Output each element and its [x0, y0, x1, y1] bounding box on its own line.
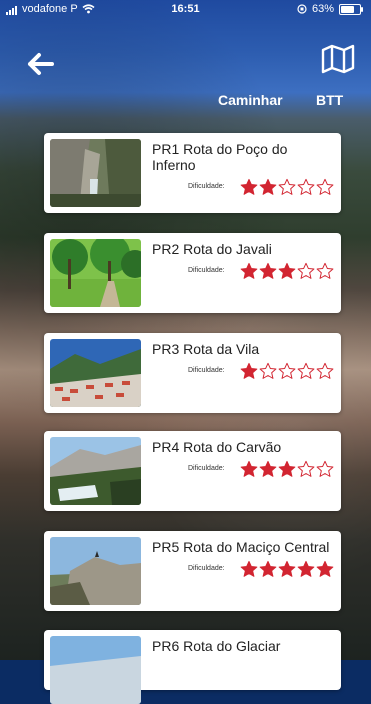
route-thumbnail [50, 537, 141, 605]
star-filled-icon [297, 560, 315, 577]
route-title: PR1 Rota do Poço do Inferno [152, 141, 288, 173]
star-filled-icon [240, 262, 258, 279]
difficulty-rating [240, 362, 334, 380]
route-thumbnail [50, 636, 141, 704]
route-title: PR2 Rota do Javali [152, 241, 272, 257]
battery-percent: 63% [311, 3, 334, 15]
battery-icon [339, 3, 363, 15]
star-empty-icon [297, 362, 315, 379]
difficulty-label: Dificuldade: [188, 183, 225, 190]
route-title: PR6 Rota do Glaciar [152, 638, 281, 654]
star-empty-icon [278, 178, 296, 195]
route-title: PR4 Rota do Carvão [152, 439, 282, 455]
star-filled-icon [278, 560, 296, 577]
star-filled-icon [316, 560, 334, 577]
route-thumbnail [50, 339, 141, 407]
difficulty-label: Dificuldade: [188, 367, 225, 374]
difficulty-rating [240, 262, 334, 280]
route-thumbnail [50, 139, 141, 207]
star-filled-icon [240, 178, 258, 195]
difficulty-rating [240, 560, 334, 578]
difficulty-label: Dificuldade: [188, 267, 225, 274]
route-card[interactable]: PR1 Rota do Poço do Inferno Dificuldade: [44, 133, 341, 213]
star-filled-icon [259, 178, 277, 195]
star-empty-icon [297, 460, 315, 477]
map-icon[interactable] [321, 44, 355, 74]
star-empty-icon [297, 262, 315, 279]
route-thumbnail [50, 437, 141, 505]
route-card[interactable]: PR6 Rota do Glaciar [44, 630, 341, 704]
star-empty-icon [316, 262, 334, 279]
star-empty-icon [316, 362, 334, 379]
star-filled-icon [259, 460, 277, 477]
difficulty-label: Dificuldade: [188, 565, 225, 572]
route-thumbnail [50, 239, 141, 307]
star-filled-icon [240, 362, 258, 379]
star-empty-icon [259, 362, 277, 379]
difficulty-rating [240, 178, 334, 196]
star-empty-icon [316, 460, 334, 477]
star-filled-icon [259, 262, 277, 279]
route-title: PR3 Rota da Vila [152, 341, 260, 357]
route-title: PR5 Rota do Maciço Central [152, 539, 330, 555]
difficulty-rating [240, 460, 334, 478]
star-empty-icon [278, 362, 296, 379]
difficulty-label: Dificuldade: [188, 465, 225, 472]
route-card[interactable]: PR5 Rota do Maciço Central Dificuldade: [44, 531, 341, 611]
star-filled-icon [278, 460, 296, 477]
star-empty-icon [297, 178, 315, 195]
star-empty-icon [316, 178, 334, 195]
star-filled-icon [240, 560, 258, 577]
star-filled-icon [278, 262, 296, 279]
tab-caminhar[interactable]: Caminhar [218, 92, 283, 108]
status-bar: vodafone P 16:51 63% [0, 0, 371, 20]
orientation-lock-icon [297, 4, 307, 14]
route-card[interactable]: PR3 Rota da Vila Dificuldade: [44, 333, 341, 413]
tab-btt[interactable]: BTT [316, 92, 343, 108]
route-card[interactable]: PR2 Rota do Javali Dificuldade: [44, 233, 341, 313]
back-arrow-icon[interactable] [26, 52, 54, 76]
star-filled-icon [240, 460, 258, 477]
star-filled-icon [259, 560, 277, 577]
route-card[interactable]: PR4 Rota do Carvão Dificuldade: [44, 431, 341, 511]
